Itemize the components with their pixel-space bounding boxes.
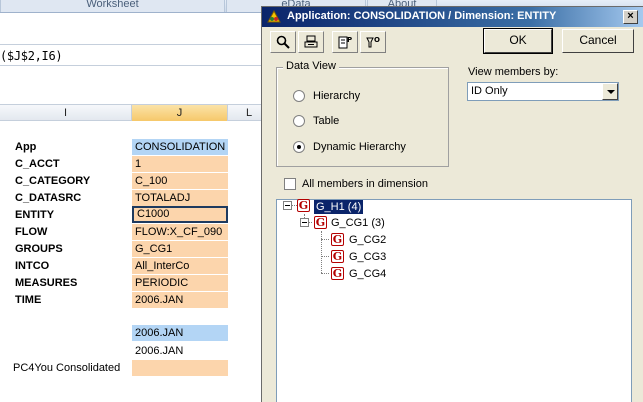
radio-dynamic-hierarchy-label: Dynamic Hierarchy (313, 141, 406, 153)
view-members-by-select[interactable]: ID Only (467, 82, 619, 101)
label-intco[interactable]: INTCO (12, 258, 130, 274)
bottom-value-cell[interactable] (132, 360, 228, 376)
value-intco[interactable]: All_InterCo (132, 258, 228, 274)
tree-expander-g-cg1[interactable] (300, 218, 309, 227)
dialog-toolbar: P O (270, 31, 386, 55)
properties-button[interactable] (298, 31, 324, 53)
all-members-checkbox-row[interactable]: All members in dimension (284, 178, 428, 190)
member-properties-button[interactable]: P (332, 31, 358, 53)
radio-hierarchy-label: Hierarchy (313, 90, 361, 102)
svg-text:O: O (374, 36, 380, 44)
data-view-groupbox: Data View Hierarchy Table Dynamic Hierar… (276, 60, 449, 167)
label-c-acct[interactable]: C_ACCT (12, 156, 130, 172)
bottom-label-cell[interactable]: PC4You Consolidated (10, 360, 132, 376)
dialog-titlebar[interactable]: Application: CONSOLIDATION / Dimension: … (262, 7, 643, 27)
member-properties-icon: P (338, 36, 352, 49)
member-tree[interactable]: G G_H1 (4) G G_CG1 (3) G G_CG2 G G_CG3 G… (276, 199, 632, 402)
label-measures[interactable]: MEASURES (12, 275, 130, 291)
radio-table[interactable]: Table (293, 113, 339, 129)
value-app[interactable]: CONSOLIDATION (132, 139, 228, 155)
value-c-datasrc[interactable]: TOTALADJ (132, 190, 228, 206)
cancel-button-label: Cancel (579, 33, 617, 47)
formula-text: ($J$2,I6) (0, 49, 63, 63)
dialog-title: Application: CONSOLIDATION / Dimension: … (287, 10, 557, 22)
value-c-category[interactable]: C_100 (132, 173, 228, 189)
value-groups[interactable]: G_CG1 (132, 241, 228, 257)
view-members-by-label: View members by: (468, 66, 559, 78)
formula-bar[interactable]: ($J$2,I6) (0, 44, 270, 66)
radio-dynamic-hierarchy-circle[interactable] (293, 141, 305, 153)
data-view-title: Data View (283, 60, 339, 72)
radio-hierarchy[interactable]: Hierarchy (293, 88, 360, 104)
label-time[interactable]: TIME (12, 292, 130, 308)
tree-node-g-cg3[interactable]: G_CG3 (349, 250, 386, 264)
svg-text:P: P (347, 36, 352, 44)
tree-expander-g-h1[interactable] (283, 201, 292, 210)
properties-icon (304, 35, 318, 48)
cancel-button[interactable]: Cancel (562, 29, 634, 53)
zoom-button[interactable] (270, 31, 296, 53)
tree-node-g-cg2[interactable]: G_CG2 (349, 233, 386, 247)
tree-node-g-h1[interactable]: G_H1 (4) (314, 200, 364, 214)
value-flow[interactable]: FLOW:X_CF_090 (132, 224, 228, 240)
value-time[interactable]: 2006.JAN (132, 292, 228, 308)
ribbon-tab-worksheet[interactable]: Worksheet (0, 0, 225, 12)
entity-node-icon: G (331, 250, 344, 263)
label-flow[interactable]: FLOW (12, 224, 130, 240)
value-c-acct[interactable]: 1 (132, 156, 228, 172)
label-app[interactable]: App (12, 139, 130, 155)
column-header-i[interactable]: I (0, 105, 132, 121)
entity-node-icon: G (297, 199, 310, 212)
column-header-j[interactable]: J (132, 105, 228, 121)
label-c-category[interactable]: C_CATEGORY (12, 173, 130, 189)
filter-icon: O (366, 36, 380, 48)
time-header-cell[interactable]: 2006.JAN (132, 325, 228, 341)
chevron-down-icon[interactable] (602, 83, 618, 100)
label-c-datasrc[interactable]: C_DATASRC (12, 190, 130, 206)
radio-hierarchy-circle[interactable] (293, 90, 305, 102)
entity-node-icon: G (331, 267, 344, 280)
radio-dynamic-hierarchy[interactable]: Dynamic Hierarchy (293, 139, 406, 155)
radio-table-label: Table (313, 115, 340, 127)
filter-button[interactable]: O (360, 31, 386, 53)
label-groups[interactable]: GROUPS (12, 241, 130, 257)
close-button[interactable]: × (623, 10, 638, 24)
zoom-icon (276, 35, 290, 49)
all-members-checkbox[interactable] (284, 178, 296, 190)
view-members-by-value: ID Only (471, 85, 508, 97)
ok-button-label: OK (509, 33, 527, 47)
all-members-label: All members in dimension (302, 178, 428, 190)
app-icon (267, 10, 281, 23)
label-entity[interactable]: ENTITY (12, 207, 130, 223)
ok-button[interactable]: OK (483, 28, 553, 54)
entity-node-icon: G (314, 216, 327, 229)
member-lookup-dialog: Application: CONSOLIDATION / Dimension: … (261, 6, 643, 402)
value-measures[interactable]: PERIODIC (132, 275, 228, 291)
time-value-cell[interactable]: 2006.JAN (132, 343, 228, 359)
value-entity-active-cell[interactable]: C1000 (132, 206, 228, 223)
entity-node-icon: G (331, 233, 344, 246)
tree-node-g-cg1[interactable]: G_CG1 (3) (331, 216, 385, 230)
tree-node-g-cg4[interactable]: G_CG4 (349, 267, 386, 281)
column-header-row: I J L (0, 104, 270, 121)
radio-table-circle[interactable] (293, 115, 305, 127)
